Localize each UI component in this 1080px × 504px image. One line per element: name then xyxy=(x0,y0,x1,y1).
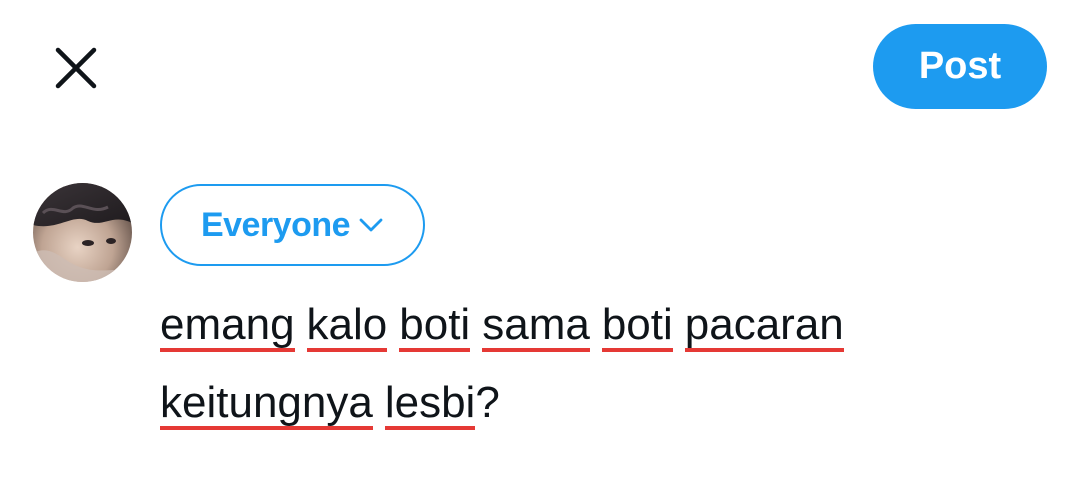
user-avatar-image xyxy=(33,183,132,282)
text-word: sama xyxy=(482,286,590,364)
tweet-text-input[interactable]: emang kalo boti sama boti pacaran keitungnya l… xyxy=(160,286,1040,442)
audience-selector[interactable]: Everyone xyxy=(160,184,425,266)
close-icon xyxy=(55,47,97,89)
text-word: pacaran xyxy=(684,286,844,364)
text-word: kalo xyxy=(306,286,387,364)
text-punctuation: ? xyxy=(475,378,500,427)
text-word: emang xyxy=(160,286,295,364)
avatar[interactable] xyxy=(33,183,132,282)
chevron-down-icon xyxy=(359,218,383,232)
text-word: boti xyxy=(601,286,673,364)
post-button[interactable]: Post xyxy=(873,24,1047,109)
text-line-2: keitungnya lesbi? xyxy=(160,364,1040,442)
close-button[interactable] xyxy=(48,40,104,96)
text-word: boti xyxy=(399,286,470,364)
audience-label: Everyone xyxy=(200,205,351,244)
text-line-1: emang kalo boti sama boti pacaran xyxy=(160,286,1040,364)
text-word: lesbi xyxy=(384,364,475,442)
text-word: keitungnya xyxy=(160,364,373,442)
